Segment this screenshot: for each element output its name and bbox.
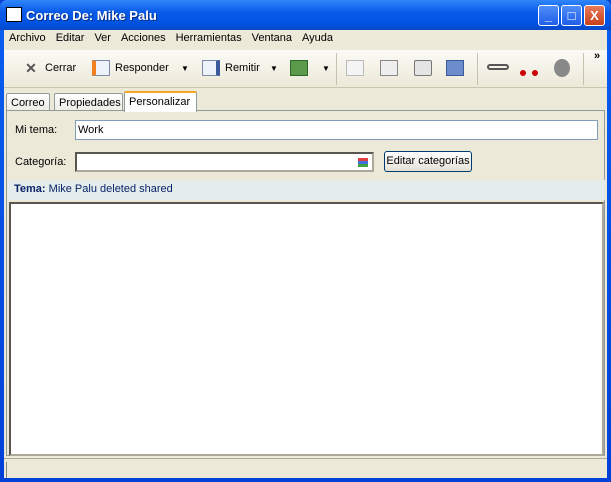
menu-ayuda[interactable]: Ayuda: [297, 30, 338, 48]
separator: [583, 53, 584, 85]
forward-dropdown-icon[interactable]: ▼: [270, 64, 278, 73]
tab-propiedades[interactable]: Propiedades: [54, 93, 123, 111]
subject-label: Mi tema:: [15, 124, 58, 136]
tab-personalizar[interactable]: Personalizar: [124, 91, 197, 112]
edit-categories-button[interactable]: Editar categorías: [384, 151, 472, 172]
trash-dropdown-icon[interactable]: ▼: [322, 64, 330, 73]
forward-icon: [202, 60, 220, 76]
menu-archivo[interactable]: Archivo: [4, 30, 51, 48]
tab-correo[interactable]: Correo: [6, 93, 50, 111]
category-input[interactable]: [75, 152, 374, 172]
menu-ventana[interactable]: Ventana: [247, 30, 297, 48]
separator: [477, 53, 478, 85]
previous-mail-icon[interactable]: [380, 60, 398, 76]
mail-window-icon: [6, 7, 22, 22]
forward-button[interactable]: Remitir: [202, 60, 260, 76]
window-title: Correo De: Mike Palu: [26, 8, 157, 23]
print-icon[interactable]: [414, 60, 432, 76]
category-label: Categoría:: [15, 156, 67, 168]
trash-icon[interactable]: [290, 60, 308, 76]
message-body[interactable]: [9, 202, 604, 456]
menu-ver[interactable]: Ver: [89, 30, 116, 48]
reply-button[interactable]: Responder: [92, 60, 169, 76]
close-label: Cerrar: [45, 62, 77, 74]
forward-label: Remitir: [225, 62, 260, 74]
toolbar: ✕ Cerrar Responder ▼ Remitir ▼ ▼ »: [4, 50, 607, 88]
status-bar: [4, 458, 607, 478]
window: Correo De: Mike Palu _ □ X Archivo Edita…: [0, 0, 611, 482]
client-area: Archivo Editar Ver Acciones Herramientas…: [4, 30, 607, 478]
personalizar-panel: Mi tema: Work Categoría: Editar categorí…: [6, 110, 605, 456]
reply-label: Responder: [115, 62, 169, 74]
title-bar[interactable]: Correo De: Mike Palu _ □ X: [0, 0, 611, 30]
next-mail-icon[interactable]: [346, 60, 364, 76]
topic-strip: Tema: Mike Palu deleted shared: [8, 180, 605, 200]
menu-bar: Archivo Editar Ver Acciones Herramientas…: [4, 30, 338, 48]
separator: [336, 53, 337, 85]
close-mail-button[interactable]: ✕ Cerrar: [22, 60, 76, 76]
reply-icon: [92, 60, 110, 76]
toolbar-overflow-button[interactable]: »: [594, 50, 600, 62]
minimize-button[interactable]: _: [538, 5, 559, 26]
close-button[interactable]: X: [584, 5, 605, 26]
seal-icon[interactable]: [554, 59, 570, 77]
topic-label: Tema:: [14, 183, 46, 195]
category-list-icon[interactable]: [358, 158, 368, 167]
topic-value: Mike Palu deleted shared: [48, 183, 173, 195]
menu-acciones[interactable]: Acciones: [116, 30, 171, 48]
signature-icon[interactable]: [520, 60, 538, 76]
maximize-button[interactable]: □: [561, 5, 582, 26]
reply-dropdown-icon[interactable]: ▼: [181, 64, 189, 73]
subject-input[interactable]: Work: [75, 120, 598, 140]
glasses-icon[interactable]: [487, 64, 509, 70]
status-divider: [6, 462, 8, 478]
menu-editar[interactable]: Editar: [51, 30, 90, 48]
menu-herramientas[interactable]: Herramientas: [171, 30, 247, 48]
save-icon[interactable]: [446, 60, 464, 76]
x-icon: ✕: [25, 60, 37, 76]
